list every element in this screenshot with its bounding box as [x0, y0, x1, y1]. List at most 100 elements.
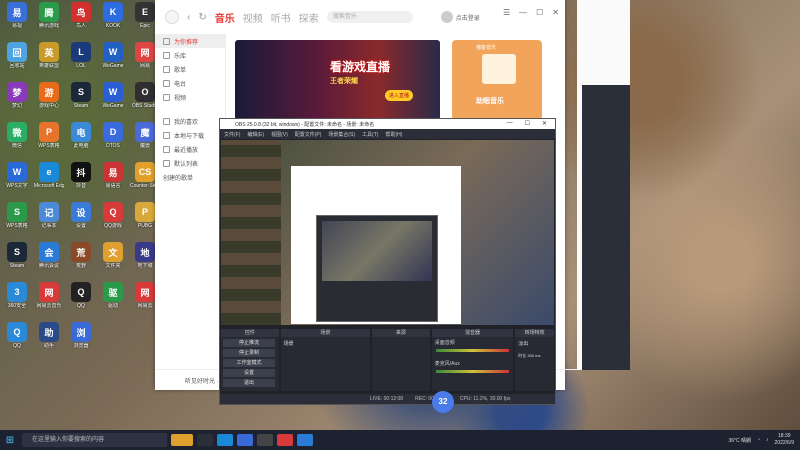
desktop-icon[interactable]: 设设置 [66, 202, 96, 229]
desktop-icon[interactable]: 抖抖音 [66, 162, 96, 189]
app-icon: S [71, 82, 91, 102]
transition-duration[interactable]: 时长 300 ms [515, 350, 554, 362]
desktop-icon[interactable]: 微微信 [2, 122, 32, 149]
obs-preview[interactable] [221, 140, 554, 325]
music-taskbar-icon[interactable] [277, 434, 293, 446]
tab-video[interactable]: 视频 [243, 10, 263, 25]
close-icon[interactable]: ✕ [552, 8, 559, 17]
desktop-icon[interactable]: K KOOK [98, 2, 128, 29]
sidebar-item-default-list[interactable]: 默认列表 [155, 156, 225, 170]
menu-icon[interactable]: ☰ [503, 8, 510, 17]
desktop-icon[interactable]: eMicrosoft Edge [34, 162, 64, 189]
exit-button[interactable]: 退出 [223, 379, 275, 387]
weather-widget[interactable]: 36°C 晴朗 [728, 437, 751, 444]
menu-edit[interactable]: 编辑(E) [247, 131, 264, 138]
minimize-icon[interactable]: — [507, 120, 513, 127]
stop-recording-button[interactable]: 停止录制 [223, 349, 275, 357]
menu-file[interactable]: 文件(F) [224, 131, 240, 138]
desktop-icon[interactable]: 网网易云音乐 [34, 282, 64, 309]
sidebar-item-library[interactable]: 乐库 [155, 48, 225, 62]
desktop-icon[interactable]: 回回收站 [2, 42, 32, 69]
menu-scene-collection[interactable]: 场景集合(S) [328, 131, 355, 138]
desktop-icon[interactable]: 游游戏中心 [34, 82, 64, 109]
desktop-icon[interactable]: 记记事本 [34, 202, 64, 229]
menu-profile[interactable]: 配置文件(P) [295, 131, 322, 138]
tab-explore[interactable]: 探索 [299, 10, 319, 25]
desktop-icon[interactable]: 荒荒野 [66, 242, 96, 269]
desktop-icon[interactable]: 文文件夹 [98, 242, 128, 269]
tab-music[interactable]: 音乐 [215, 10, 235, 25]
settings-button[interactable]: 设置 [223, 369, 275, 377]
windows-start-icon[interactable]: ⊞ [0, 435, 20, 446]
menu-view[interactable]: 视图(V) [271, 131, 288, 138]
desktop-icon-label: 360安全 [7, 303, 27, 309]
desktop-icon[interactable]: S Steam [66, 82, 96, 109]
desktop-icon[interactable]: W WeGame [98, 82, 128, 109]
desktop-icon[interactable]: Q QQ [66, 282, 96, 309]
studio-mode-button[interactable]: 工作室模式 [223, 359, 275, 367]
sidebar-item-local[interactable]: 本地与下载 [155, 128, 225, 142]
taskbar-pinned-app-icon[interactable] [171, 434, 193, 446]
app-icon[interactable] [297, 434, 313, 446]
transition-select[interactable]: 淡出 [515, 337, 554, 350]
desktop-icon[interactable]: 易易语言 [98, 162, 128, 189]
desktop-icon[interactable]: 浏浏览器 [66, 322, 96, 349]
search-input[interactable]: 搜索音乐 [326, 11, 413, 23]
desktop-icon[interactable]: 会腾讯会议 [34, 242, 64, 269]
promo-banner[interactable]: 看游戏直播 王者荣耀 进入直播 [235, 40, 440, 120]
sidebar-item-video[interactable]: 视频 [155, 90, 225, 104]
app-icon: 梦 [7, 82, 27, 102]
refresh-icon[interactable]: ↻ [198, 12, 206, 23]
taskbar-search[interactable]: 在这里输入你要搜索的内容 [22, 433, 167, 447]
sidebar-item-playlists[interactable]: 歌单 [155, 62, 225, 76]
desktop-icon[interactable]: 腾腾讯游戏 [34, 2, 64, 29]
desktop-icon[interactable]: 3 360安全 [2, 282, 32, 309]
desktop-icon[interactable]: Q QQ [2, 322, 32, 349]
task-view-icon[interactable] [197, 434, 213, 446]
desktop-icon[interactable]: 易易视 [2, 2, 32, 29]
sidebar-item-recent[interactable]: 最近播放 [155, 142, 225, 156]
desktop-icon[interactable]: L LOL [66, 42, 96, 69]
desktop-icon[interactable]: S Steam [2, 242, 32, 269]
tab-audiobook[interactable]: 听书 [271, 10, 291, 25]
menu-help[interactable]: 帮助(H) [385, 131, 402, 138]
desktop-icon[interactable]: W WPS文字 [2, 162, 32, 189]
desktop-icon[interactable]: 助助手 [34, 322, 64, 349]
sidebar-label: 本地与下载 [174, 133, 205, 140]
network-icon[interactable]: ◔ [757, 437, 760, 443]
desktop-icon[interactable]: W WeGame [98, 42, 128, 69]
stop-streaming-button[interactable]: 停止推流 [223, 339, 275, 347]
obs-taskbar-icon[interactable] [257, 434, 273, 446]
desktop-icon[interactable]: Q QQ游戏 [98, 202, 128, 229]
volume-icon[interactable]: ♪ [766, 437, 769, 443]
maximize-icon[interactable]: ☐ [525, 120, 530, 127]
sidebar-item-created[interactable]: 创建的歌单 [155, 170, 225, 184]
app-icon: S [7, 202, 27, 222]
desktop-icon[interactable]: 梦梦幻 [2, 82, 32, 109]
desktop-icon[interactable]: 英英雄联盟 [34, 42, 64, 69]
banner-button[interactable]: 进入直播 [385, 90, 414, 101]
desktop-icon[interactable]: 电此电脑 [66, 122, 96, 149]
overlay-badge[interactable]: 32 [432, 391, 454, 413]
desktop-icon[interactable]: D DTOS [98, 122, 128, 149]
close-icon[interactable]: ✕ [542, 120, 547, 127]
maximize-icon[interactable]: ☐ [536, 8, 543, 17]
desktop-icon[interactable]: 驱驱动 [98, 282, 128, 309]
menu-tools[interactable]: 工具(T) [362, 131, 378, 138]
sidebar-item-favorites[interactable]: 我的喜欢 [155, 114, 225, 128]
back-arrow-icon[interactable]: ‹ [187, 12, 190, 23]
minimize-icon[interactable]: — [519, 8, 527, 17]
desktop-icon[interactable]: P WPS表格 [34, 122, 64, 149]
secondary-app-panel [582, 85, 630, 370]
promo-card[interactable]: 播客音乐 助眠音乐 [452, 40, 542, 120]
scene-item[interactable]: 场景 [281, 337, 370, 350]
sidebar-item-recommend[interactable]: 为你推荐 [155, 34, 225, 48]
sidebar-item-radio[interactable]: 电台 [155, 76, 225, 90]
app-icon[interactable] [237, 434, 253, 446]
desktop-icon[interactable]: 鸟鸟人 [66, 2, 96, 29]
clock[interactable]: 18:39 2022/6/9 [775, 433, 794, 447]
desktop-icon[interactable]: S WPS表格 [2, 202, 32, 229]
cpu-status: CPU: 11.2%, 30.00 fps [459, 396, 511, 402]
edge-icon[interactable] [217, 434, 233, 446]
user-login[interactable]: 点击登录 [440, 11, 480, 23]
